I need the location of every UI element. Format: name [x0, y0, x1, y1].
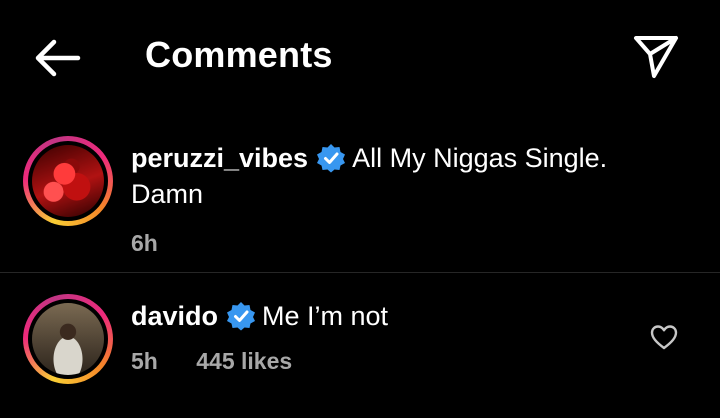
comment-item: davido Me I’m not 5h 445 likes	[0, 290, 720, 410]
comment-username[interactable]: peruzzi_vibes	[131, 143, 308, 173]
comment-item: peruzzi_vibes All My Niggas Single. Damn…	[0, 128, 720, 270]
heart-icon	[650, 325, 678, 350]
divider	[0, 272, 720, 273]
back-button[interactable]	[30, 36, 82, 80]
header-bar: Comments	[0, 0, 720, 112]
likes-count[interactable]: 445 likes	[196, 348, 292, 374]
comment-body: peruzzi_vibes All My Niggas Single. Damn…	[131, 140, 651, 257]
avatar-image	[32, 145, 104, 217]
paper-plane-icon	[634, 36, 678, 78]
comment-text: Me I’m not	[262, 301, 389, 331]
share-button[interactable]	[630, 30, 682, 82]
verified-badge-icon	[227, 302, 256, 331]
avatar-image	[32, 303, 104, 375]
verified-badge-icon	[317, 144, 346, 173]
comment-meta: 5h 445 likes	[131, 348, 611, 375]
comment-time: 6h	[131, 230, 158, 256]
comment-time: 5h	[131, 348, 158, 374]
avatar[interactable]	[23, 136, 113, 226]
comment-username[interactable]: davido	[131, 301, 218, 331]
avatar[interactable]	[23, 294, 113, 384]
comment-body: davido Me I’m not 5h 445 likes	[131, 298, 611, 375]
like-button[interactable]	[650, 324, 678, 350]
comment-meta: 6h	[131, 230, 651, 257]
page-title: Comments	[145, 34, 333, 75]
arrow-left-icon	[35, 39, 81, 77]
